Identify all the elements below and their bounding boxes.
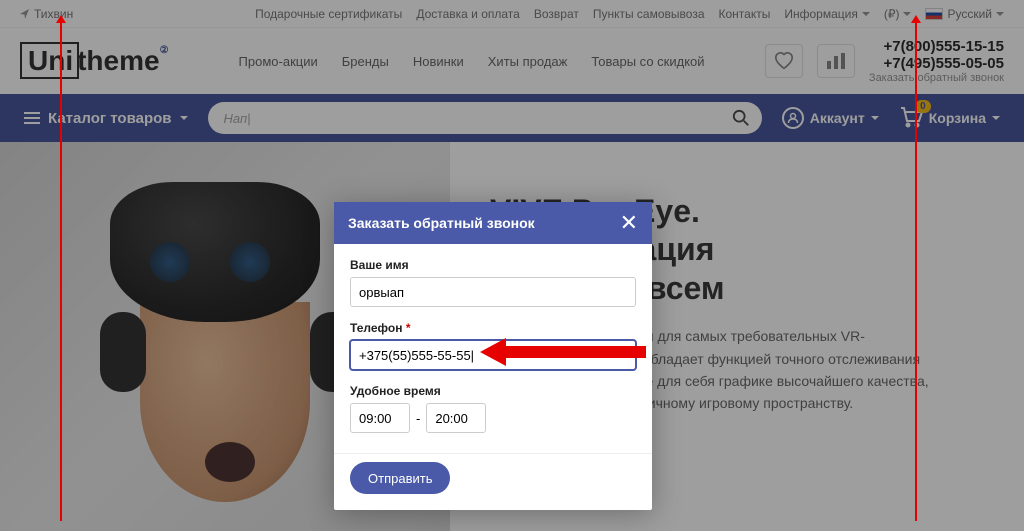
annotation-arrowhead [56, 15, 66, 23]
name-label: Ваше имя [350, 258, 636, 272]
annotation-arrow-phone [480, 338, 646, 366]
name-input[interactable] [350, 277, 636, 307]
time-from-input[interactable] [350, 403, 410, 433]
submit-button[interactable]: Отправить [350, 462, 450, 494]
phone-label: Телефон * [350, 321, 636, 335]
time-label: Удобное время [350, 384, 636, 398]
time-separator: - [416, 411, 420, 426]
close-icon[interactable]: ✕ [620, 212, 638, 234]
annotation-arrow-right [915, 21, 917, 521]
time-to-input[interactable] [426, 403, 486, 433]
annotation-arrow-left [60, 21, 62, 521]
modal-title: Заказать обратный звонок [348, 215, 535, 231]
annotation-arrowhead [911, 15, 921, 23]
